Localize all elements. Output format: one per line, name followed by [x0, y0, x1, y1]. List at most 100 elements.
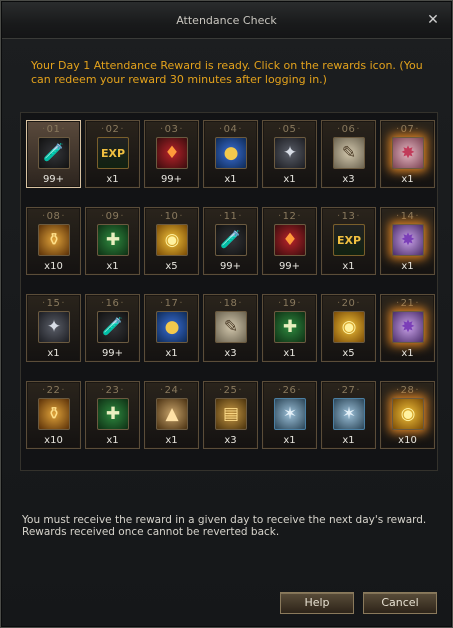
- reward-slot-day-08[interactable]: 08 ⚱ x10: [26, 207, 81, 275]
- reward-day-number: 24: [145, 385, 198, 396]
- reward-slot-day-07[interactable]: 07 ✸ x1: [380, 120, 435, 188]
- flask-icon[interactable]: ⚱: [38, 224, 70, 256]
- reward-slot-day-05[interactable]: 05 ✦ x1: [262, 120, 317, 188]
- book-icon[interactable]: ▤: [215, 398, 247, 430]
- reward-quantity: x1: [106, 261, 119, 272]
- reward-day-number: 01: [27, 124, 80, 135]
- reward-slot-day-24[interactable]: 24 ▲ x1: [144, 381, 199, 449]
- reward-slot-day-21[interactable]: 21 ✸ x1: [380, 294, 435, 362]
- reward-slot-day-04[interactable]: 04 ● x1: [203, 120, 258, 188]
- reward-day-number: 13: [322, 211, 375, 222]
- reward-slot-day-28[interactable]: 28 ◉ x10: [380, 381, 435, 449]
- title-bar[interactable]: Attendance Check ✕: [2, 2, 451, 39]
- reward-ready-message: Your Day 1 Attendance Reward is ready. C…: [31, 59, 423, 86]
- reward-slot-day-11[interactable]: 11 🧪 99+: [203, 207, 258, 275]
- reward-day-number: 08: [27, 211, 80, 222]
- reward-slot-day-02[interactable]: 02 EXP x1: [85, 120, 140, 188]
- reward-slot-day-03[interactable]: 03 ♦ 99+: [144, 120, 199, 188]
- reward-slot-day-10[interactable]: 10 ◉ x5: [144, 207, 199, 275]
- exp-icon[interactable]: EXP: [333, 224, 365, 256]
- rules-note-line2: Rewards received once cannot be reverted…: [22, 525, 280, 538]
- cancel-button[interactable]: Cancel: [363, 592, 437, 614]
- pouch-icon[interactable]: ●: [156, 311, 188, 343]
- reward-quantity: x1: [401, 261, 414, 272]
- reward-slot-day-22[interactable]: 22 ⚱ x10: [26, 381, 81, 449]
- potion-icon[interactable]: 🧪: [215, 224, 247, 256]
- reward-day-number: 21: [381, 298, 434, 309]
- reward-quantity: x1: [342, 435, 355, 446]
- coin-icon[interactable]: ◉: [333, 311, 365, 343]
- window-title: Attendance Check: [176, 14, 277, 27]
- reward-quantity: x3: [224, 435, 237, 446]
- reward-slot-day-16[interactable]: 16 🧪 99+: [85, 294, 140, 362]
- reward-slot-day-26[interactable]: 26 ✶ x1: [262, 381, 317, 449]
- reward-day-number: 05: [263, 124, 316, 135]
- reward-day-number: 03: [145, 124, 198, 135]
- reward-day-number: 18: [204, 298, 257, 309]
- coin-icon[interactable]: ◉: [392, 398, 424, 430]
- reward-slot-day-09[interactable]: 09 ✚ x1: [85, 207, 140, 275]
- jewel-icon[interactable]: ♦: [274, 224, 306, 256]
- crystal-icon[interactable]: ✦: [274, 137, 306, 169]
- reward-slot-day-15[interactable]: 15 ✦ x1: [26, 294, 81, 362]
- rewards-grid: 01🧪99+02EXPx103♦99+04●x105✦x106✎x307✸x10…: [20, 112, 438, 471]
- reward-day-number: 09: [86, 211, 139, 222]
- reward-slot-day-19[interactable]: 19 ✚ x1: [262, 294, 317, 362]
- close-icon[interactable]: ✕: [425, 12, 441, 28]
- help-button[interactable]: Help: [280, 592, 354, 614]
- flask-icon[interactable]: ⚱: [38, 398, 70, 430]
- reward-slot-day-06[interactable]: 06 ✎ x3: [321, 120, 376, 188]
- reward-day-number: 22: [27, 385, 80, 396]
- reward-day-number: 15: [27, 298, 80, 309]
- reward-slot-day-23[interactable]: 23 ✚ x1: [85, 381, 140, 449]
- reward-quantity: x3: [224, 348, 237, 359]
- pouch-icon[interactable]: ●: [215, 137, 247, 169]
- reward-quantity: x10: [398, 435, 417, 446]
- rune2-icon[interactable]: ✸: [392, 224, 424, 256]
- reward-day-number: 06: [322, 124, 375, 135]
- rune2-icon[interactable]: ✸: [392, 311, 424, 343]
- stone-icon[interactable]: ✶: [274, 398, 306, 430]
- jewel-icon[interactable]: ♦: [156, 137, 188, 169]
- reward-day-number: 28: [381, 385, 434, 396]
- reward-quantity: x1: [401, 348, 414, 359]
- rune-icon[interactable]: ✸: [392, 137, 424, 169]
- reward-quantity: 99+: [101, 348, 124, 359]
- reward-slot-day-12[interactable]: 12 ♦ 99+: [262, 207, 317, 275]
- bag-icon[interactable]: ✚: [97, 398, 129, 430]
- reward-day-number: 25: [204, 385, 257, 396]
- scroll-icon[interactable]: ✎: [333, 137, 365, 169]
- potion-icon[interactable]: 🧪: [97, 311, 129, 343]
- reward-day-number: 07: [381, 124, 434, 135]
- rules-note: You must receive the reward in a given d…: [22, 514, 432, 538]
- reward-slot-day-18[interactable]: 18 ✎ x3: [203, 294, 258, 362]
- reward-quantity: x1: [283, 348, 296, 359]
- potion-icon[interactable]: 🧪: [38, 137, 70, 169]
- reward-slot-day-20[interactable]: 20 ◉ x5: [321, 294, 376, 362]
- reward-day-number: 04: [204, 124, 257, 135]
- attendance-window: Attendance Check ✕ Your Day 1 Attendance…: [0, 0, 453, 628]
- reward-slot-day-25[interactable]: 25 ▤ x3: [203, 381, 258, 449]
- bag-icon[interactable]: ✚: [274, 311, 306, 343]
- reward-slot-day-14[interactable]: 14 ✸ x1: [380, 207, 435, 275]
- reward-quantity: x1: [342, 261, 355, 272]
- exp-icon[interactable]: EXP: [97, 137, 129, 169]
- scroll-icon[interactable]: ✎: [215, 311, 247, 343]
- bag-icon[interactable]: ✚: [97, 224, 129, 256]
- reward-quantity: x5: [342, 348, 355, 359]
- ore-icon[interactable]: ▲: [156, 398, 188, 430]
- reward-quantity: x3: [342, 174, 355, 185]
- reward-day-number: 14: [381, 211, 434, 222]
- reward-slot-day-13[interactable]: 13 EXP x1: [321, 207, 376, 275]
- reward-slot-day-01[interactable]: 01 🧪 99+: [26, 120, 81, 188]
- reward-day-number: 11: [204, 211, 257, 222]
- stone-icon[interactable]: ✶: [333, 398, 365, 430]
- coin-icon[interactable]: ◉: [156, 224, 188, 256]
- reward-day-number: 27: [322, 385, 375, 396]
- reward-quantity: x1: [283, 174, 296, 185]
- reward-quantity: x10: [44, 435, 63, 446]
- reward-quantity: x1: [224, 174, 237, 185]
- crystal-icon[interactable]: ✦: [38, 311, 70, 343]
- reward-slot-day-27[interactable]: 27 ✶ x1: [321, 381, 376, 449]
- reward-slot-day-17[interactable]: 17 ● x1: [144, 294, 199, 362]
